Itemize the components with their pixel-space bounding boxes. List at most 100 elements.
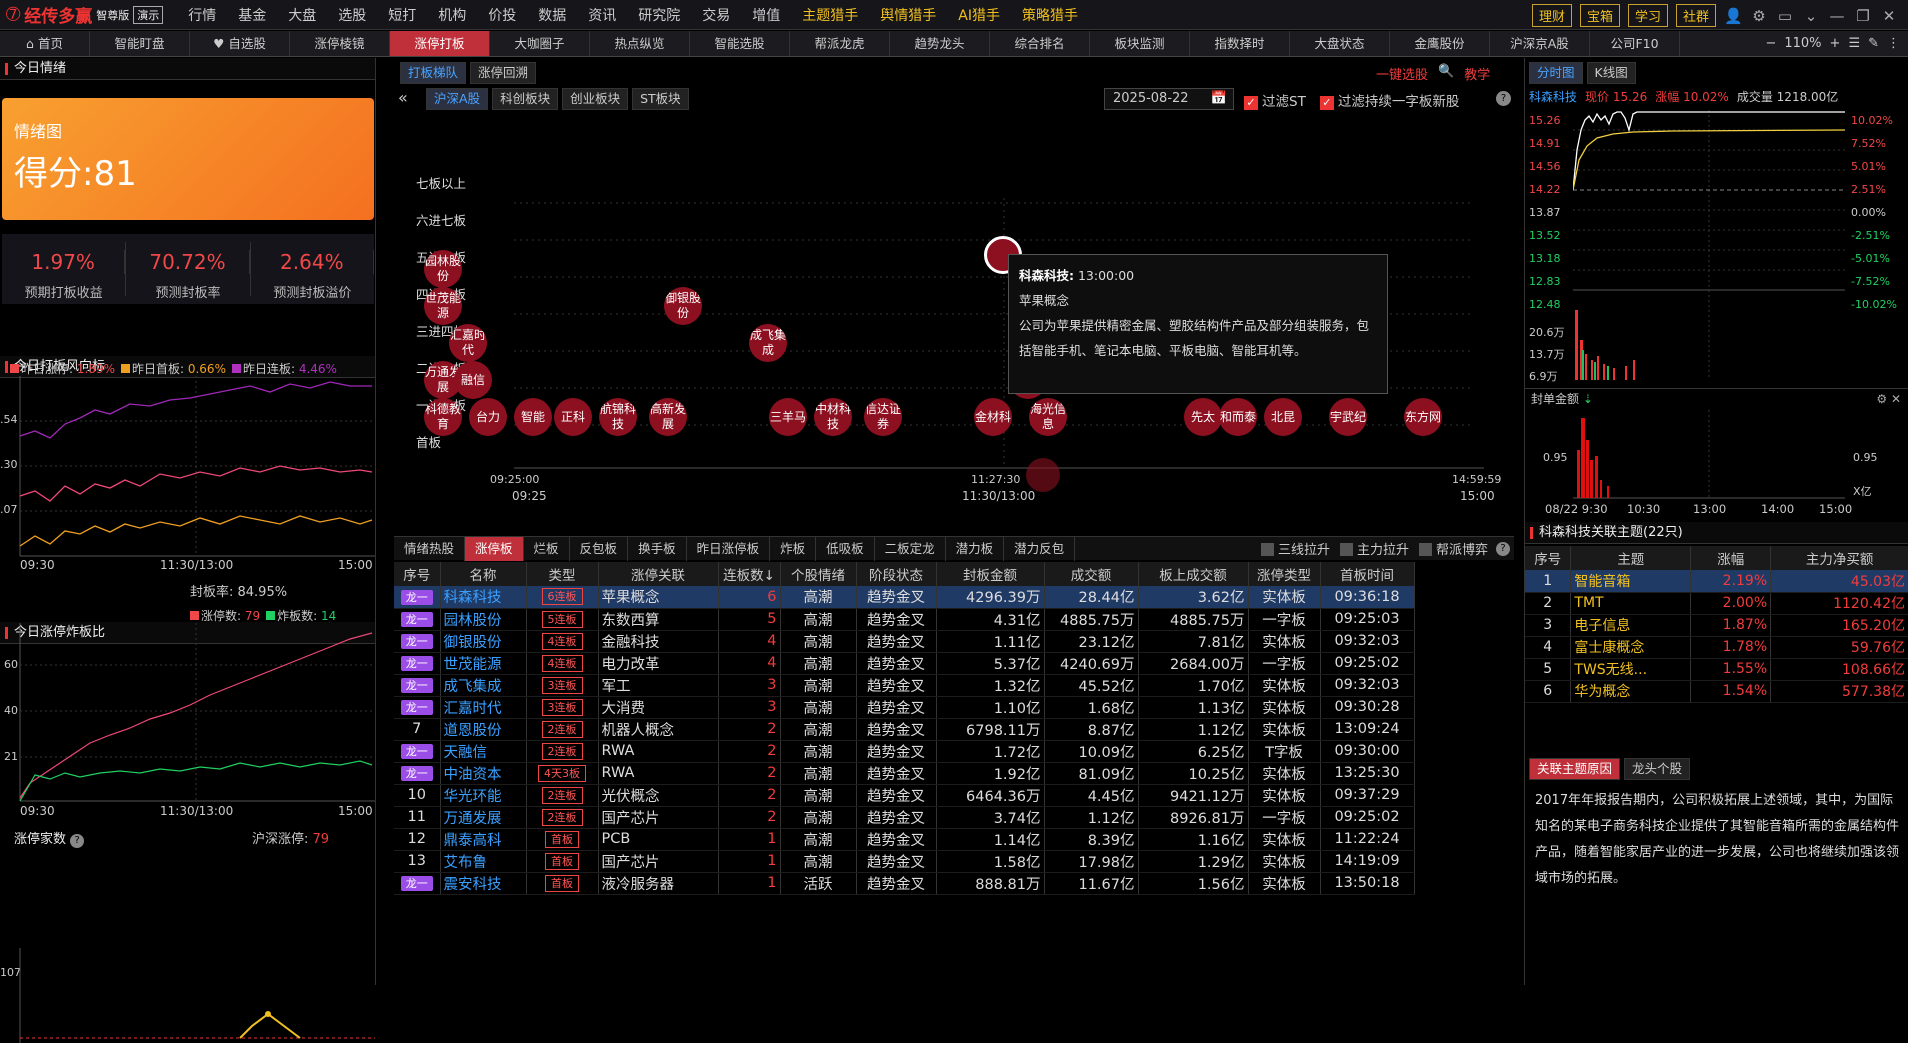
- theme-name[interactable]: 富士康概念: [1570, 636, 1692, 659]
- stock-bubble[interactable]: 正科: [554, 398, 592, 436]
- date-input[interactable]: 2025-08-22 📅: [1104, 88, 1234, 110]
- menu-item-4[interactable]: 短打: [377, 5, 427, 25]
- collapse-icon[interactable]: «: [398, 88, 408, 107]
- table-row[interactable]: 10 华光环能 2连板 光伏概念 2 高潮 趋势金叉 6464.36万 4.45亿 9421.12…: [394, 784, 1415, 807]
- table-row[interactable]: 12 鼎泰高科 首板 PCB 1 高潮 趋势金叉 1.14亿 8.39亿 1.16亿 实体板 11:2…: [394, 828, 1415, 851]
- menu-item-8[interactable]: 资讯: [577, 5, 627, 25]
- table-row[interactable]: 11 万通发展 2连板 国产芯片 2 高潮 趋势金叉 3.74亿 1.12亿 8926.81万 一字…: [394, 806, 1415, 829]
- tab-5[interactable]: 大咖圈子: [490, 31, 590, 56]
- stock-bubble[interactable]: 世茂能源: [424, 287, 462, 325]
- tab-16[interactable]: 公司F10: [1590, 31, 1680, 56]
- table-row[interactable]: 龙一 成飞集成 3连板 军工 3 高潮 趋势金叉 1.32亿 45.52亿 1.70亿 实体板 09:…: [394, 674, 1415, 697]
- menu-item-13[interactable]: 舆情猎手: [869, 5, 947, 25]
- stock-bubble[interactable]: 三羊马: [769, 398, 807, 436]
- tab-1[interactable]: 智能盯盘: [90, 31, 190, 56]
- stock-bubble[interactable]: 融信: [454, 361, 492, 399]
- col-header-10[interactable]: 涨停类型: [1248, 562, 1321, 586]
- cell-name[interactable]: 艾布鲁: [440, 850, 527, 873]
- filter-check-0[interactable]: ✓ 过滤ST: [1244, 90, 1306, 110]
- theme-name[interactable]: 华为概念: [1570, 680, 1692, 703]
- cell-name[interactable]: 震安科技: [440, 872, 527, 895]
- table-row[interactable]: 7 道恩股份 2连板 机器人概念 2 高潮 趋势金叉 6798.11万 8.87亿 1.12亿 实体…: [394, 718, 1415, 741]
- option-check-1[interactable]: 主力拉升: [1339, 539, 1409, 558]
- mood-card[interactable]: 情绪图 得分:81: [2, 98, 374, 220]
- cell-name[interactable]: 华光环能: [440, 784, 527, 807]
- more-icon[interactable]: ⋮: [1887, 31, 1900, 56]
- table-row[interactable]: 龙一 汇嘉时代 3连板 大消费 3 高潮 趋势金叉 1.10亿 1.68亿 1.13亿 实体板 09:…: [394, 696, 1415, 719]
- tab-10[interactable]: 综合排名: [990, 31, 1090, 56]
- col-header-1[interactable]: 名称: [440, 562, 527, 586]
- checkbox-icon[interactable]: [1418, 543, 1432, 556]
- top-button-3[interactable]: 社群: [1675, 4, 1716, 27]
- board-tab-3[interactable]: 反包板: [570, 536, 629, 561]
- minus-icon[interactable]: −: [1765, 31, 1776, 56]
- theme-row[interactable]: 2 TMT 2.00% 1120.42亿: [1525, 592, 1908, 615]
- gear-icon[interactable]: ⚙: [1876, 392, 1887, 406]
- demo-badge[interactable]: 演示: [133, 5, 164, 24]
- menu-item-2[interactable]: 大盘: [277, 5, 327, 25]
- col-header-0[interactable]: 序号: [394, 562, 441, 586]
- ladder-tab-0[interactable]: 打板梯队: [400, 62, 467, 84]
- board-tab-4[interactable]: 换手板: [628, 536, 687, 561]
- stock-bubble[interactable]: 宇武纪: [1329, 398, 1367, 436]
- theme-row[interactable]: 3 电子信息 1.87% 165.20亿: [1525, 614, 1908, 637]
- reason-tab-0[interactable]: 关联主题原因: [1529, 758, 1621, 780]
- board-tab-9[interactable]: 潜力板: [946, 536, 1005, 561]
- option-check-2[interactable]: 帮派博弈: [1418, 539, 1488, 558]
- board-tab-1[interactable]: 涨停板: [465, 536, 524, 561]
- help-icon[interactable]: ?: [1496, 541, 1510, 556]
- menu-item-10[interactable]: 交易: [691, 5, 741, 25]
- option-check-0[interactable]: 三线拉升: [1260, 539, 1330, 558]
- menu-item-9[interactable]: 研究院: [627, 5, 691, 25]
- stock-bubble[interactable]: 智能: [514, 398, 552, 436]
- board-tab-2[interactable]: 烂板: [524, 536, 570, 561]
- col-header-9[interactable]: 板上成交额: [1138, 562, 1249, 586]
- plus-icon[interactable]: +: [1830, 31, 1841, 56]
- cell-name[interactable]: 万通发展: [440, 806, 527, 829]
- tab-6[interactable]: 热点纵览: [590, 31, 690, 56]
- menu-item-14[interactable]: AI猎手: [947, 5, 1011, 25]
- table-row[interactable]: 龙一 御银股份 4连板 金融科技 4 高潮 趋势金叉 1.11亿 23.12亿 7.81亿 实体板 0…: [394, 630, 1415, 653]
- cell-name[interactable]: 世茂能源: [440, 652, 527, 675]
- table-row[interactable]: 龙一 天融信 2连板 RWA 2 高潮 趋势金叉 1.72亿 10.09亿 6.25亿 T字板 09:…: [394, 740, 1415, 763]
- chart-tab-0[interactable]: 分时图: [1529, 62, 1583, 84]
- market-tab-0[interactable]: 沪深A股: [426, 88, 489, 110]
- stock-bubble[interactable]: 和而泰: [1219, 398, 1257, 436]
- stock-bubble[interactable]: 东方网: [1404, 398, 1442, 436]
- cell-name[interactable]: 鼎泰高科: [440, 828, 527, 851]
- table-row[interactable]: 龙一 震安科技 首板 液冷服务器 1 活跃 趋势金叉 888.81万 11.67亿 1.56亿 实体…: [394, 872, 1415, 895]
- tab-12[interactable]: 指数择时: [1190, 31, 1290, 56]
- cell-name[interactable]: 园林股份: [440, 608, 527, 631]
- stock-bubble[interactable]: 金材科: [974, 398, 1012, 436]
- table-row[interactable]: 龙一 科森科技 6连板 苹果概念 6 高潮 趋势金叉 4296.39万 28.44亿 3.62亿实…: [394, 586, 1415, 609]
- one-click-select-link[interactable]: 一键选股: [1376, 64, 1428, 83]
- stock-bubble[interactable]: 科德教育: [424, 398, 462, 436]
- ladder-tab-1[interactable]: 涨停回溯: [470, 62, 537, 84]
- stock-bubble[interactable]: 御银股份: [664, 287, 702, 325]
- stock-bubble[interactable]: 高新发展: [649, 398, 687, 436]
- stock-bubble[interactable]: 台力: [469, 398, 507, 436]
- theme-name[interactable]: TWS无线...: [1570, 658, 1692, 681]
- theme-row[interactable]: 1 智能音箱 2.19% 45.03亿: [1525, 570, 1908, 593]
- calendar-icon[interactable]: 📅: [1211, 89, 1227, 109]
- stock-bubble[interactable]: 成飞集成: [749, 324, 787, 362]
- top-button-1[interactable]: 宝箱: [1579, 4, 1620, 27]
- menu-item-5[interactable]: 机构: [427, 5, 477, 25]
- tab-3[interactable]: 涨停棱镜: [290, 31, 390, 56]
- pen-icon[interactable]: ✎: [1868, 31, 1879, 56]
- col-header-3[interactable]: 涨停关联: [598, 562, 719, 586]
- cell-name[interactable]: 成飞集成: [440, 674, 527, 697]
- minimize-icon[interactable]: —: [1828, 7, 1846, 25]
- board-tab-6[interactable]: 炸板: [770, 536, 817, 561]
- stock-bubble[interactable]: 园林股份: [424, 250, 462, 288]
- table-row[interactable]: 13 艾布鲁 首板 国产芯片 1 高潮 趋势金叉 1.58亿 17.98亿 1.29亿 实体板 14:…: [394, 850, 1415, 873]
- chart-tab-1[interactable]: K线图: [1586, 62, 1636, 84]
- cell-name[interactable]: 汇嘉时代: [440, 696, 527, 719]
- board-tab-8[interactable]: 二板定龙: [875, 536, 946, 561]
- col-header-11[interactable]: 首板时间: [1320, 562, 1415, 586]
- menu-icon[interactable]: ☰: [1848, 31, 1860, 56]
- close-icon[interactable]: ✕: [1880, 7, 1898, 25]
- help-icon[interactable]: ?: [70, 834, 85, 848]
- theme-row[interactable]: 5 TWS无线... 1.55% 108.66亿: [1525, 658, 1908, 681]
- stock-bubble[interactable]: 北昆: [1264, 398, 1302, 436]
